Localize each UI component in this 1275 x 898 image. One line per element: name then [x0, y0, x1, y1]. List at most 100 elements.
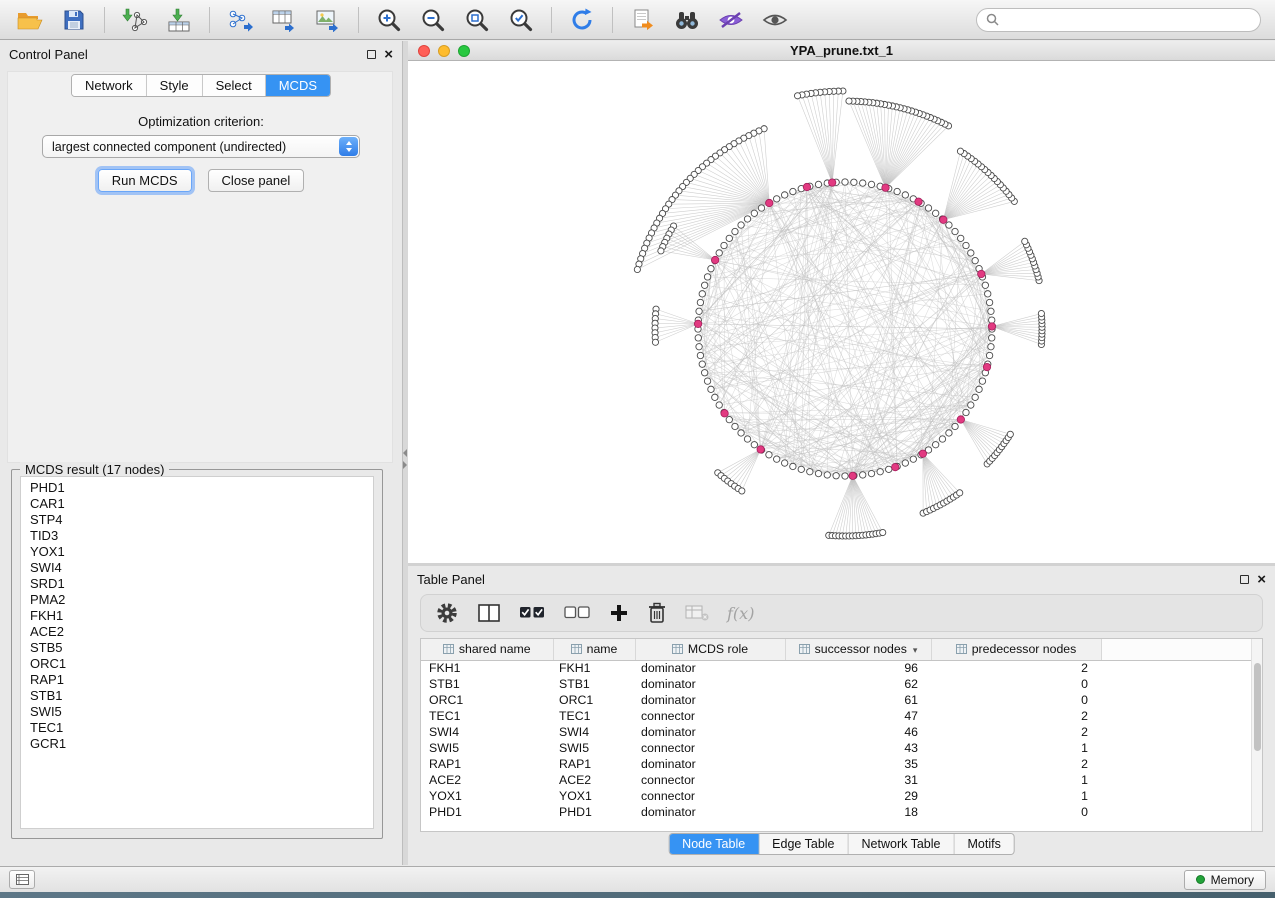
export-network-button[interactable]: [220, 4, 260, 36]
collapse-left-icon[interactable]: [403, 449, 407, 457]
column-header-successor-nodes[interactable]: successor nodes▾: [785, 639, 931, 660]
table-row[interactable]: YOX1YOX1connector291: [421, 788, 1254, 804]
function-builder-button: f(x): [727, 604, 754, 623]
toolbar-separator: [551, 7, 552, 33]
column-header-mcds-role[interactable]: MCDS role: [635, 639, 785, 660]
import-network-icon: [122, 8, 148, 32]
column-attr-icon: [672, 644, 683, 654]
mcds-result-item[interactable]: CAR1: [21, 496, 373, 512]
search-input[interactable]: [1004, 13, 1251, 27]
network-canvas[interactable]: [408, 61, 1275, 563]
search-box[interactable]: [976, 8, 1261, 32]
scrollbar-thumb[interactable]: [1254, 663, 1261, 751]
open-session-button[interactable]: [10, 4, 50, 36]
tab-network[interactable]: Network: [72, 75, 147, 96]
export-image-button[interactable]: [308, 4, 348, 36]
run-mcds-button[interactable]: Run MCDS: [98, 169, 192, 192]
memory-button[interactable]: Memory: [1184, 870, 1266, 890]
zoom-fit-button[interactable]: [457, 4, 497, 36]
table-panel: Table Panel ×: [408, 566, 1275, 865]
table-row[interactable]: PHD1PHD1dominator180: [421, 804, 1254, 820]
binoculars-icon: [674, 9, 700, 31]
mcds-result-item[interactable]: SWI5: [21, 704, 373, 720]
table-row[interactable]: STB1STB1dominator620: [421, 676, 1254, 692]
table-row[interactable]: ACE2ACE2connector311: [421, 772, 1254, 788]
collapse-right-icon[interactable]: [403, 461, 407, 469]
show-all-button[interactable]: [755, 4, 795, 36]
close-table-panel-icon[interactable]: ×: [1257, 572, 1266, 587]
tab-network-table[interactable]: Network Table: [849, 834, 955, 854]
import-table-icon: [166, 8, 192, 32]
zoom-selected-button[interactable]: [501, 4, 541, 36]
column-header-name[interactable]: name: [553, 639, 635, 660]
tab-motifs[interactable]: Motifs: [954, 834, 1013, 854]
close-panel-button[interactable]: Close panel: [208, 169, 305, 192]
control-panel-title: Control Panel: [9, 47, 359, 62]
zoom-in-button[interactable]: [369, 4, 409, 36]
toggle-column-panel-button[interactable]: [477, 603, 501, 623]
mcds-result-item[interactable]: TEC1: [21, 720, 373, 736]
save-session-button[interactable]: [54, 4, 94, 36]
tab-edge-table[interactable]: Edge Table: [759, 834, 848, 854]
create-column-button[interactable]: [609, 603, 629, 623]
export-document-button[interactable]: [623, 4, 663, 36]
tab-mcds[interactable]: MCDS: [266, 75, 330, 96]
mcds-result-item[interactable]: STB1: [21, 688, 373, 704]
table-settings-button[interactable]: [435, 601, 459, 625]
table-row[interactable]: TEC1TEC1connector472: [421, 708, 1254, 724]
close-panel-icon[interactable]: ×: [384, 47, 393, 62]
table-row[interactable]: SWI4SWI4dominator462: [421, 724, 1254, 740]
mcds-result-item[interactable]: TID3: [21, 528, 373, 544]
zoom-out-button[interactable]: [413, 4, 453, 36]
select-all-columns-button[interactable]: [519, 603, 546, 623]
eye-icon: [762, 11, 788, 29]
optimization-criterion-dropdown[interactable]: largest connected component (undirected): [42, 135, 360, 158]
float-panel-icon[interactable]: [367, 50, 376, 59]
search-icon: [986, 13, 999, 26]
zoom-out-icon: [420, 7, 446, 33]
delete-column-button[interactable]: [647, 602, 667, 624]
mcds-result-item[interactable]: YOX1: [21, 544, 373, 560]
mcds-result-item[interactable]: ACE2: [21, 624, 373, 640]
toolbar-separator: [612, 7, 613, 33]
mcds-result-item[interactable]: PHD1: [21, 480, 373, 496]
delete-table-button: [685, 604, 709, 622]
apply-layout-button[interactable]: [562, 4, 602, 36]
tab-select[interactable]: Select: [203, 75, 266, 96]
table-row[interactable]: ORC1ORC1dominator610: [421, 692, 1254, 708]
delete-table-icon: [685, 604, 709, 622]
show-panels-button[interactable]: [9, 870, 35, 889]
mcds-result-list[interactable]: PHD1CAR1STP4TID3YOX1SWI4SRD1PMA2FKH1ACE2…: [20, 476, 374, 829]
optimization-criterion-label: Optimization criterion:: [0, 114, 402, 129]
mcds-result-item[interactable]: ORC1: [21, 656, 373, 672]
deselect-all-columns-button[interactable]: [564, 603, 591, 623]
tab-style[interactable]: Style: [147, 75, 203, 96]
table-row[interactable]: SWI5SWI5connector431: [421, 740, 1254, 756]
export-table-button[interactable]: [264, 4, 304, 36]
table-vertical-scrollbar[interactable]: [1251, 639, 1262, 831]
mcds-result-item[interactable]: STP4: [21, 512, 373, 528]
column-header-predecessor-nodes[interactable]: predecessor nodes: [931, 639, 1101, 660]
table-panel-tab-bar: Node Table Edge Table Network Table Moti…: [668, 833, 1015, 855]
mcds-result-item[interactable]: GCR1: [21, 736, 373, 752]
mcds-result-item[interactable]: FKH1: [21, 608, 373, 624]
mcds-result-item[interactable]: STB5: [21, 640, 373, 656]
mcds-result-groupbox: MCDS result (17 nodes) PHD1CAR1STP4TID3Y…: [11, 469, 383, 839]
network-search-button[interactable]: [667, 4, 707, 36]
table-row[interactable]: RAP1RAP1dominator352: [421, 756, 1254, 772]
float-table-panel-icon[interactable]: [1240, 575, 1249, 584]
import-table-button[interactable]: [159, 4, 199, 36]
mcds-result-item[interactable]: PMA2: [21, 592, 373, 608]
memory-label: Memory: [1211, 873, 1254, 887]
column-header-shared-name[interactable]: shared name: [421, 639, 553, 660]
mcds-result-item[interactable]: SRD1: [21, 576, 373, 592]
hide-selected-button[interactable]: [711, 4, 751, 36]
mcds-result-item[interactable]: RAP1: [21, 672, 373, 688]
mcds-result-item[interactable]: SWI4: [21, 560, 373, 576]
toolbar-separator: [104, 7, 105, 33]
tab-node-table[interactable]: Node Table: [669, 834, 759, 854]
import-network-button[interactable]: [115, 4, 155, 36]
network-window-titlebar[interactable]: YPA_prune.txt_1: [408, 41, 1275, 61]
columns-icon: [477, 603, 501, 623]
table-row[interactable]: FKH1FKH1dominator962: [421, 660, 1254, 676]
